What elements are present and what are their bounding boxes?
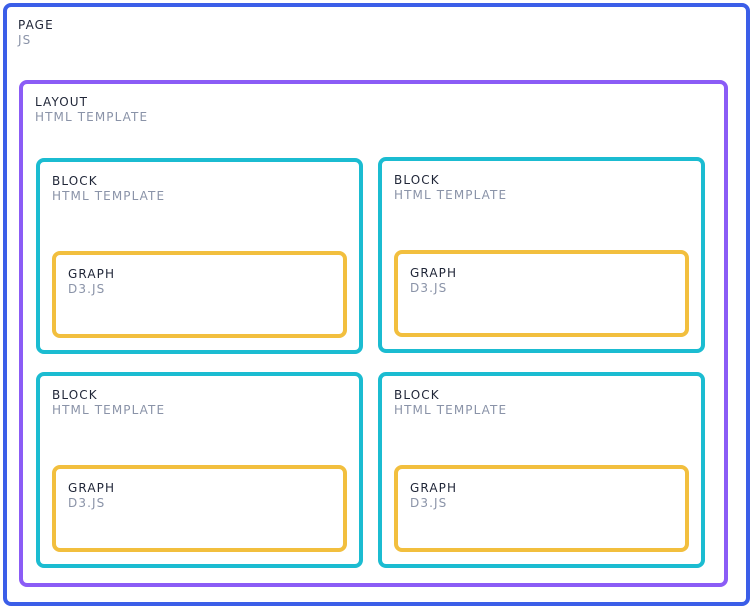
block-subtitle: HTML TEMPLATE xyxy=(394,188,508,202)
page-subtitle: JS xyxy=(18,33,32,47)
page-title: PAGE xyxy=(18,18,54,32)
graph-subtitle: D3.JS xyxy=(68,282,106,296)
block-subtitle: HTML TEMPLATE xyxy=(394,403,508,417)
block-title: BLOCK xyxy=(394,388,440,402)
graph-subtitle: D3.JS xyxy=(410,496,448,510)
block-subtitle: HTML TEMPLATE xyxy=(52,189,166,203)
block-title: BLOCK xyxy=(52,174,98,188)
graph-title: GRAPH xyxy=(410,266,458,280)
graph-title: GRAPH xyxy=(410,481,458,495)
block-subtitle: HTML TEMPLATE xyxy=(52,403,166,417)
block-title: BLOCK xyxy=(394,173,440,187)
layout-subtitle: HTML TEMPLATE xyxy=(35,110,149,124)
graph-subtitle: D3.JS xyxy=(410,281,448,295)
graph-subtitle: D3.JS xyxy=(68,496,106,510)
graph-title: GRAPH xyxy=(68,267,116,281)
graph-title: GRAPH xyxy=(68,481,116,495)
layout-title: LAYOUT xyxy=(35,95,89,109)
block-title: BLOCK xyxy=(52,388,98,402)
